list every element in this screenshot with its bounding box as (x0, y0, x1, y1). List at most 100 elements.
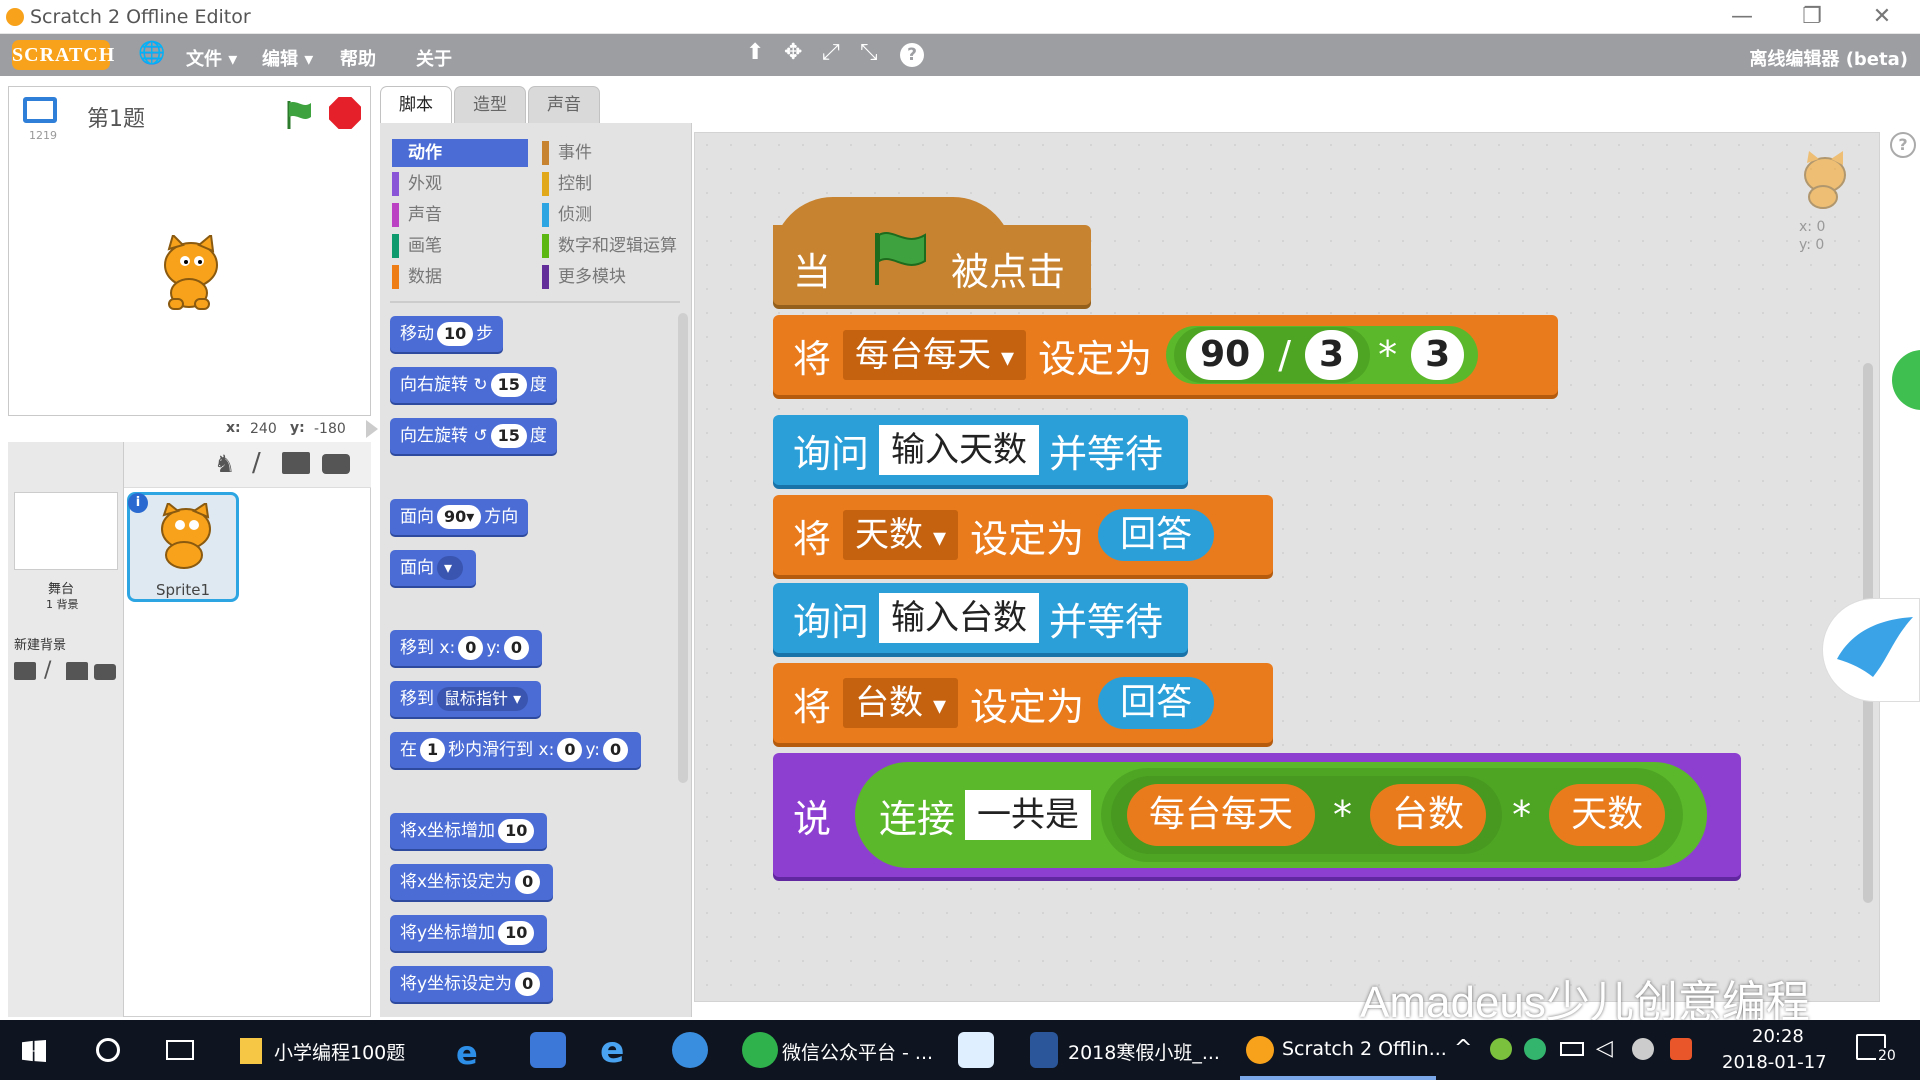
block-glide[interactable]: 在 1 秒内滑行到 x: 0 y: 0 (390, 732, 642, 768)
sprite-camera-icon[interactable] (322, 454, 350, 474)
block-turn-left[interactable]: 向左旋转 ↺ 15 度 (390, 418, 557, 454)
cut-tool-icon[interactable]: ✥ (784, 40, 802, 65)
tab-sounds[interactable]: 声音 (528, 86, 600, 123)
taskbar-item-word[interactable]: 2018寒假小班_... (1068, 1038, 1220, 1065)
help-icon[interactable]: ? (1890, 132, 1916, 158)
number-input[interactable]: 3 (1305, 330, 1359, 380)
file-explorer-icon[interactable] (240, 1038, 262, 1064)
answer-reporter[interactable]: 回答 (1098, 509, 1215, 561)
fullscreen-icon[interactable] (23, 97, 57, 123)
edge-icon[interactable]: e (456, 1034, 478, 1072)
ask-and-wait-block[interactable]: 询问 输入台数 并等待 (773, 583, 1188, 653)
green-flag-icon[interactable] (281, 97, 315, 131)
set-variable-block[interactable]: 将 每台每天 设定为 90 / 3 * 3 (773, 315, 1558, 395)
tab-scripts[interactable]: 脚本 (380, 86, 452, 125)
category-looks[interactable]: 外观 (392, 170, 542, 198)
multiply-operator[interactable]: 90 / 3 * 3 (1166, 326, 1479, 384)
word-icon[interactable] (1030, 1032, 1058, 1068)
search-icon[interactable] (96, 1038, 120, 1062)
ie-icon[interactable]: e (600, 1030, 624, 1071)
block-goto[interactable]: 移到 鼠标指针 ▾ (390, 681, 542, 717)
multiply-operator-inner[interactable]: 每台每天 * 台数 (1111, 776, 1503, 854)
block-set-x[interactable]: 将x坐标设定为 0 (390, 864, 554, 900)
project-title[interactable]: 第1题 (87, 101, 145, 133)
wechat-browser-icon[interactable] (742, 1032, 778, 1068)
set-variable-block[interactable]: 将 台数 设定为 回答 (773, 663, 1273, 743)
sogou-icon[interactable] (1670, 1038, 1692, 1060)
menu-file[interactable]: 文件 ▾ (186, 45, 237, 71)
maps-icon[interactable] (672, 1032, 708, 1068)
green-floating-badge[interactable] (1892, 350, 1920, 410)
sprite-paint-icon[interactable]: / (252, 448, 261, 478)
tray-refresh-icon[interactable] (1524, 1038, 1546, 1060)
sprite-upload-icon[interactable] (282, 452, 310, 474)
block-move-steps[interactable]: 移动 10 步 (390, 316, 504, 352)
category-sensing[interactable]: 侦测 (542, 201, 692, 229)
stage-thumbnail[interactable] (14, 492, 118, 570)
block-goto-xy[interactable]: 移到 x: 0 y: 0 (390, 630, 543, 666)
bird-app-icon[interactable] (958, 1032, 994, 1068)
variable-dropdown[interactable]: 天数 (843, 510, 959, 560)
scratch-logo[interactable]: SCRATCH (12, 40, 114, 70)
backdrop-library-icon[interactable] (14, 662, 36, 680)
help-tool-icon[interactable]: ? (900, 43, 924, 67)
volume-icon[interactable]: ◁ (1596, 1036, 1613, 1061)
clock-time[interactable]: 20:28 (1752, 1026, 1804, 1047)
join-text-input[interactable]: 一共是 (965, 790, 1092, 840)
bird-floating-icon[interactable] (1822, 598, 1920, 702)
category-pen[interactable]: 画笔 (392, 232, 542, 260)
block-turn-right[interactable]: 向右旋转 ↻ 15 度 (390, 367, 557, 403)
start-icon[interactable] (22, 1040, 46, 1062)
menu-about[interactable]: 关于 (416, 45, 452, 71)
block-point-toward[interactable]: 面向 ▾ (390, 550, 476, 586)
clock-date[interactable]: 2018-01-17 (1722, 1052, 1827, 1073)
stage-collapse-icon[interactable] (366, 420, 378, 438)
battery-icon[interactable] (1560, 1042, 1584, 1056)
category-control[interactable]: 控制 (542, 170, 692, 198)
backdrop-camera-icon[interactable] (94, 664, 116, 680)
backdrop-upload-icon[interactable] (66, 662, 88, 680)
variable-reporter[interactable]: 台数 (1370, 784, 1487, 846)
stop-icon[interactable] (329, 97, 361, 129)
category-motion[interactable]: 动作 (392, 139, 528, 167)
menu-help[interactable]: 帮助 (340, 45, 376, 71)
say-block[interactable]: 说 连接 一共是 每台每天 * 台数 * 天数 (773, 753, 1741, 877)
block-point-direction[interactable]: 面向 90▾ 方向 (390, 499, 529, 535)
set-variable-block[interactable]: 将 天数 设定为 回答 (773, 495, 1273, 575)
number-input[interactable]: 3 (1411, 330, 1465, 380)
script-area[interactable]: x: 0 y: 0 当 被点击 将 每台每天 设定为 90 / 3 * 3 询问… (694, 132, 1880, 1002)
task-view-icon[interactable] (166, 1040, 194, 1060)
cat-sprite-icon[interactable] (155, 233, 225, 313)
category-operators[interactable]: 数字和逻辑运算 (542, 232, 692, 260)
menu-edit[interactable]: 编辑 ▾ (262, 45, 313, 71)
variable-dropdown[interactable]: 每台每天 (843, 330, 1027, 380)
shrink-tool-icon[interactable]: ⤡ (860, 40, 878, 65)
scratch-taskbar-icon[interactable] (1246, 1036, 1274, 1064)
globe-icon[interactable]: 🌐 (138, 41, 165, 66)
minimize-button[interactable]: — (1712, 2, 1772, 32)
category-data[interactable]: 数据 (392, 263, 542, 291)
grow-tool-icon[interactable]: ⤢ (822, 40, 840, 65)
join-operator[interactable]: 连接 一共是 每台每天 * 台数 * 天数 (855, 762, 1708, 868)
category-more-blocks[interactable]: 更多模块 (542, 263, 692, 291)
taskbar-item-wechat[interactable]: 微信公众平台 - ... (782, 1038, 933, 1065)
answer-reporter[interactable]: 回答 (1098, 677, 1215, 729)
multiply-operator[interactable]: 每台每天 * 台数 * 天数 (1101, 768, 1684, 862)
restore-button[interactable]: ❐ (1782, 2, 1842, 32)
when-flag-clicked-block[interactable]: 当 被点击 (773, 197, 1091, 305)
category-sound[interactable]: 声音 (392, 201, 542, 229)
backdrop-paint-icon[interactable]: / (44, 658, 51, 683)
sprite-library-icon[interactable]: ♞ (214, 450, 236, 478)
taskbar-item-folder[interactable]: 小学编程100题 (274, 1038, 405, 1065)
sprite-info-icon[interactable]: i (128, 493, 148, 513)
store-icon[interactable] (530, 1032, 566, 1068)
ask-text-input[interactable]: 输入台数 (879, 593, 1040, 643)
tray-chevron-icon[interactable]: ^ (1454, 1036, 1472, 1061)
variable-reporter[interactable]: 每台每天 (1127, 784, 1316, 846)
block-change-x[interactable]: 将x坐标增加 10 (390, 813, 548, 849)
palette-scrollbar[interactable] (678, 313, 688, 783)
tray-plus-icon[interactable] (1490, 1038, 1512, 1060)
variable-reporter[interactable]: 天数 (1549, 784, 1666, 846)
duplicate-tool-icon[interactable]: ⬆ (746, 40, 764, 65)
divide-operator[interactable]: 90 / 3 (1174, 327, 1371, 383)
